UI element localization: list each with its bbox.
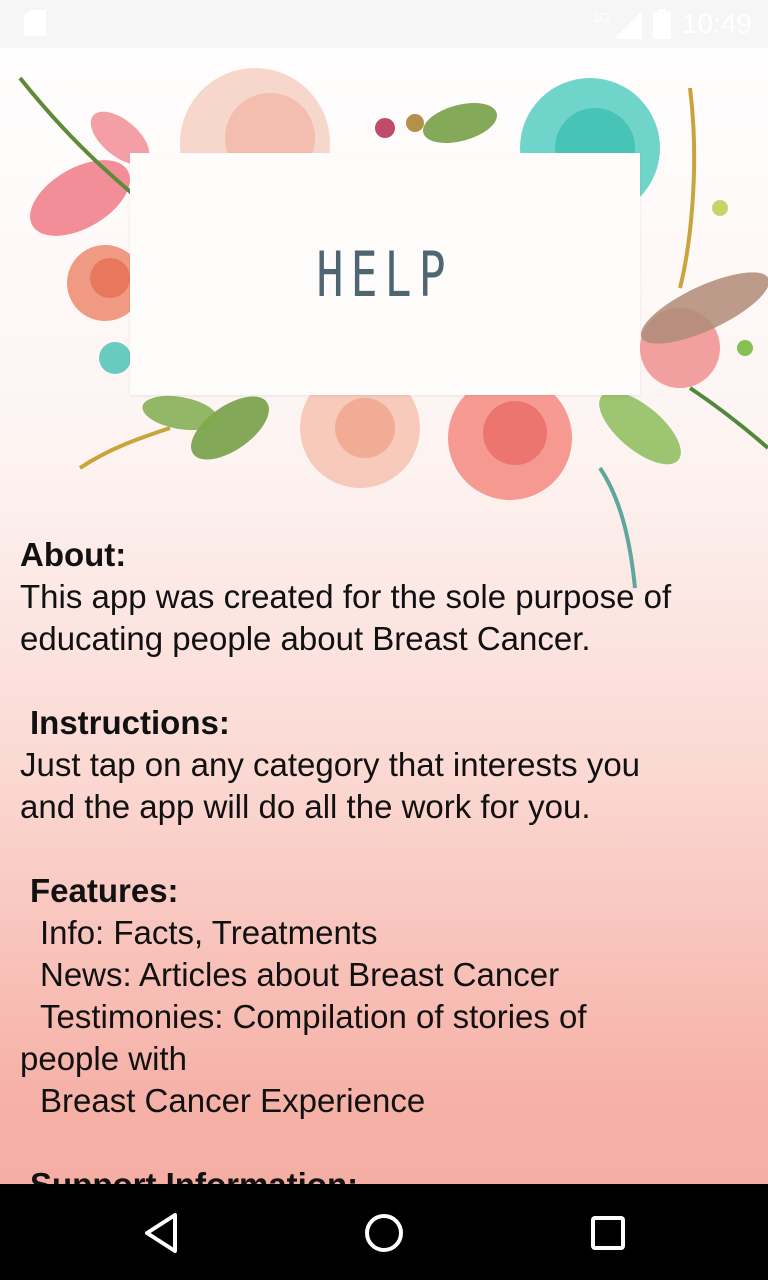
- home-icon: [365, 1214, 403, 1252]
- navigation-bar: [0, 1184, 768, 1280]
- help-content: About: This app was created for the sole…: [20, 534, 750, 1206]
- signal-icon: [613, 11, 642, 39]
- instructions-heading: Instructions:: [30, 704, 230, 741]
- help-banner: HELP: [0, 48, 768, 589]
- status-bar: 3G 10:49: [0, 0, 768, 48]
- status-icons: 3G 10:49: [593, 0, 752, 48]
- instructions-text-line-2: and the app will do all the work for you…: [20, 788, 591, 825]
- about-text-line-2: educating people about Breast Cancer.: [20, 620, 591, 657]
- back-icon: [145, 1213, 177, 1253]
- sd-card-icon: [24, 10, 46, 36]
- feature-item-info: Info: Facts, Treatments: [40, 914, 378, 951]
- instructions-text-line-1: Just tap on any category that interests …: [20, 746, 641, 783]
- clock: 10:49: [681, 8, 752, 39]
- feature-item-news: News: Articles about Breast Cancer: [40, 956, 560, 993]
- network-type-label: 3G: [592, 10, 610, 25]
- back-button[interactable]: [136, 1208, 186, 1258]
- recents-button[interactable]: [583, 1208, 633, 1258]
- help-screen: 3G 10:49 HELP About: This app was create…: [0, 0, 768, 1280]
- feature-item-testimonies-line-2: people with: [20, 1040, 187, 1077]
- about-text-line-1: This app was created for the sole purpos…: [20, 578, 672, 615]
- feature-item-testimonies-line-3: Breast Cancer Experience: [40, 1082, 426, 1119]
- battery-icon: [652, 9, 671, 39]
- page-title: HELP: [316, 237, 454, 311]
- help-title-card: HELP: [130, 153, 640, 395]
- about-heading: About:: [20, 536, 127, 573]
- home-button[interactable]: [359, 1208, 409, 1258]
- recents-icon: [591, 1216, 625, 1250]
- features-heading: Features:: [30, 872, 179, 909]
- feature-item-testimonies-line-1: Testimonies: Compilation of stories of: [40, 998, 587, 1035]
